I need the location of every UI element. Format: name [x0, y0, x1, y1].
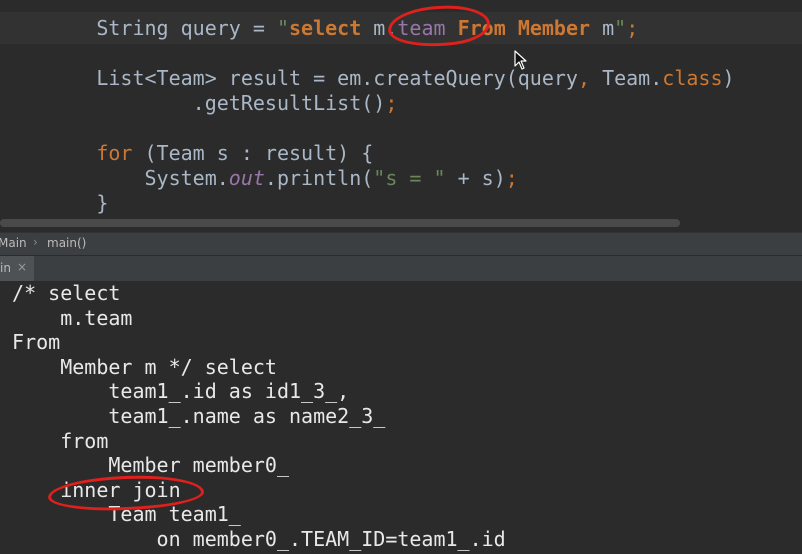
- code-token: for: [96, 141, 133, 165]
- console-line: /* select: [0, 281, 121, 305]
- code-token: ": [276, 16, 289, 40]
- code-token: List<Team> result = em.createQuery(query: [96, 66, 578, 90]
- code-token: ;: [626, 16, 639, 40]
- console-line: m.team: [0, 305, 133, 330]
- console-line: from: [0, 428, 109, 453]
- run-tool-window-tabs: in ×: [0, 255, 802, 282]
- code-line: .getResultList();: [0, 91, 398, 116]
- code-line: System.out.println("s = " + s);: [0, 166, 518, 191]
- code-token: m: [590, 16, 615, 40]
- run-tab-label: in: [0, 261, 11, 275]
- code-token: ;: [505, 166, 518, 190]
- code-line: for (Team s : result) {: [0, 141, 373, 166]
- code-line: List<Team> result = em.createQuery(query…: [0, 66, 735, 91]
- console-line: From: [0, 330, 61, 355]
- code-token: out: [228, 166, 265, 190]
- breadcrumb-item-class[interactable]: Main: [0, 236, 27, 250]
- console-line: team1_.name as name2_3_: [0, 404, 386, 428]
- breadcrumb: Main › main(): [0, 232, 802, 255]
- code-token: class: [662, 66, 723, 90]
- code-token: System.: [144, 166, 229, 190]
- code-token: ): [722, 66, 735, 90]
- run-tab-main[interactable]: in ×: [0, 256, 34, 281]
- code-token: (Team s : result) {: [132, 141, 374, 165]
- close-icon[interactable]: ×: [17, 260, 27, 274]
- code-token: }: [96, 191, 109, 215]
- code-token: Team.: [602, 66, 663, 90]
- code-token: .println(: [264, 166, 374, 190]
- console-line: Member m */ select: [0, 354, 277, 379]
- console-line: on member0_.TEAM_ID=team1_.id: [0, 527, 506, 551]
- horizontal-scrollbar[interactable]: [0, 219, 680, 227]
- mouse-pointer-icon: [514, 50, 527, 70]
- console-line: team1_.id as id1_3_,: [0, 379, 350, 404]
- code-token: ": [614, 16, 627, 40]
- code-token: String query =: [96, 16, 277, 40]
- console-line: Member member0_: [0, 453, 289, 478]
- code-token: select: [289, 16, 374, 40]
- code-token: ;: [385, 91, 398, 115]
- console-output[interactable]: /* select m.team From Member m */ select…: [0, 281, 802, 554]
- code-token: Member: [517, 16, 591, 40]
- code-line: }: [0, 191, 108, 216]
- code-token: + s): [445, 166, 506, 190]
- code-token: "s = ": [373, 166, 446, 190]
- code-token: .getResultList(): [192, 91, 386, 115]
- code-line: String query = "select m.team From Membe…: [0, 16, 638, 41]
- code-token: ,: [577, 66, 603, 90]
- breadcrumb-chevron-icon: ›: [33, 235, 38, 249]
- breadcrumb-item-method[interactable]: main(): [47, 236, 86, 250]
